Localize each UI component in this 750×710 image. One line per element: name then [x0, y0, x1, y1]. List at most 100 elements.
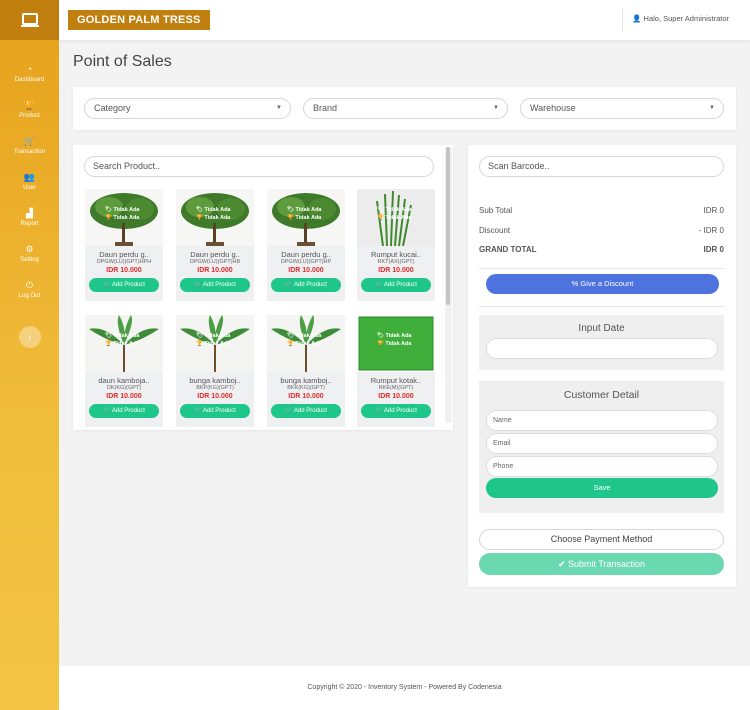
date-input[interactable]	[486, 338, 718, 359]
add-product-button[interactable]: 🛒 Add Product	[180, 278, 250, 292]
product-price: IDR 10.000	[106, 393, 142, 400]
footer: Copyright © 2020 - Inventory System - Po…	[59, 666, 750, 710]
footer-copyright: Copyright © 2020 - Inventory System - Po…	[307, 684, 502, 691]
product-code: DPGW(LU)(GPT)HP	[280, 259, 332, 265]
product-tag: 🏆 Tidak Ada	[196, 215, 231, 221]
sidebar-item-transaction[interactable]: 🛒 Transaction	[0, 128, 59, 164]
sidebar-item-dashboard[interactable]: ◔ Dashboard	[0, 56, 59, 92]
search-input[interactable]: Search Product..	[84, 156, 434, 177]
customer-name-input[interactable]: Name	[486, 410, 718, 431]
product-code: DPGW(LU)(GPT)HPH	[96, 259, 152, 265]
product-item[interactable]: 🏷 Tidak Ada 🏆 Tidak Ada Rumput kucai.. RKT(…	[357, 189, 435, 301]
product-code: DPGW(LU)(GPT)HB	[189, 259, 241, 265]
customer-email-input[interactable]: Email	[486, 433, 718, 454]
percent-icon: %	[571, 279, 579, 288]
sidebar-item-label: Log Out	[18, 293, 41, 299]
discount-value: - IDR 0	[698, 226, 724, 235]
give-discount-button[interactable]: % Give a Discount	[486, 274, 719, 294]
add-product-button[interactable]: 🛒 Add Product	[361, 278, 431, 292]
warehouse-select-value: Warehouse	[530, 103, 576, 113]
product-item[interactable]: 🏷 Tidak Ada 🏆 Tidak Ada Daun perdu g.. DPGW…	[267, 189, 345, 301]
grand-total-row: GRAND TOTAL IDR 0	[479, 245, 724, 254]
product-tag: 🏷 Tidak Ada	[196, 207, 231, 213]
topbar-divider	[622, 8, 623, 32]
product-code: RKT(AX)(GPT)	[377, 259, 415, 265]
save-customer-button[interactable]: Save	[486, 478, 718, 498]
product-tag: 🏆 Tidak Ada	[377, 341, 412, 347]
customer-detail-title: Customer Detail	[563, 389, 640, 401]
sidebar-item-product[interactable]: 🏆 Product	[0, 92, 59, 128]
product-code: DK(KG)(GPT)	[106, 385, 142, 391]
product-item[interactable]: 🏷 Tidak Ada 🏆 Tidak Ada Daun perdu g.. DPGW…	[176, 189, 254, 301]
product-tag: 🏷 Tidak Ada	[377, 333, 412, 339]
add-product-button[interactable]: 🛒 Add Product	[271, 278, 341, 292]
user-greeting: Halo, Super Administrator	[643, 14, 729, 23]
grand-total-value: IDR 0	[703, 245, 724, 254]
brand-label[interactable]: GOLDEN PALM TRESS	[68, 10, 210, 30]
product-tag: 🏷 Tidak Ada	[287, 333, 322, 339]
brand-select-value: Brand	[313, 103, 338, 113]
page-title: Point of Sales	[73, 53, 172, 70]
product-scrollbar-thumb[interactable]	[446, 147, 450, 305]
add-product-button[interactable]: 🛒 Add Product	[180, 404, 250, 418]
product-name: Daun perdu g..	[281, 250, 331, 259]
customer-phone-input[interactable]: Phone	[486, 456, 718, 477]
discount-row: Discount - IDR 0	[479, 226, 724, 235]
customer-detail-section: Customer Detail Name Email Phone Save	[479, 381, 724, 513]
product-tag: 🏆 Tidak Ada	[287, 215, 322, 221]
product-tag: 🏷 Tidak Ada	[105, 333, 140, 339]
sidebar-item-label: Transaction	[13, 149, 46, 155]
product-tag: 🏆 Tidak Ada	[105, 215, 140, 221]
product-item[interactable]: 🏷 Tidak Ada 🏆 Tidak Ada Daun perdu g.. DPGW…	[85, 189, 163, 301]
user-icon: 👤	[632, 14, 642, 23]
submit-transaction-button[interactable]: ✔ Submit Transaction	[479, 553, 724, 575]
sidebar-item-label: Product	[19, 113, 40, 119]
category-select-value: Category	[94, 103, 131, 113]
product-item[interactable]: 🏷 Tidak Ada 🏆 Tidak Ada daun kamboja.. DK(K…	[85, 315, 163, 427]
dashboard-icon: ◔	[26, 64, 33, 74]
choose-payment-button[interactable]: Choose Payment Method	[479, 529, 724, 550]
warehouse-select[interactable]: Warehouse ▼	[520, 98, 724, 119]
input-date-title: Input Date	[578, 323, 625, 334]
check-circle-icon: ✔	[557, 559, 566, 569]
barcode-input[interactable]: Scan Barcode..	[479, 156, 724, 177]
product-tag: 🏷 Tidak Ada	[377, 207, 412, 213]
product-price: IDR 10.000	[197, 267, 233, 274]
chevron-down-icon: ▼	[709, 105, 715, 111]
category-select[interactable]: Category ▼	[84, 98, 291, 119]
add-product-button[interactable]: 🛒 Add Product	[361, 404, 431, 418]
laptop-logo-icon[interactable]	[0, 0, 59, 40]
product-item[interactable]: 🏷 Tidak Ada 🏆 Tidak Ada bunga kamboj.. BKK(…	[267, 315, 345, 427]
product-tag: 🏷 Tidak Ada	[196, 333, 231, 339]
brand-select[interactable]: Brand ▼	[303, 98, 508, 119]
product-name: Daun perdu g..	[190, 250, 240, 259]
product-price: IDR 10.000	[106, 267, 142, 274]
product-price: IDR 10.000	[197, 393, 233, 400]
sidebar-item-report[interactable]: ▟ Report	[0, 200, 59, 236]
product-name: Rumput kotak..	[370, 376, 422, 385]
add-product-button[interactable]: 🛒 Add Product	[271, 404, 341, 418]
product-code: RKE(M)(GPT)	[378, 385, 414, 391]
sidebar-item-setting[interactable]: ⚙ Setting	[0, 236, 59, 272]
add-product-button[interactable]: 🛒 Add Product	[89, 278, 159, 292]
gear-icon: ⚙	[25, 244, 34, 254]
sidebar-item-label: Setting	[20, 257, 39, 263]
product-item[interactable]: 🏷 Tidak Ada 🏆 Tidak Ada bunga kamboj.. BKP(…	[176, 315, 254, 427]
divider	[479, 306, 724, 307]
name-placeholder: Name	[493, 417, 512, 424]
sidebar-item-label: Report	[20, 221, 39, 227]
subtotal-label: Sub Total	[479, 206, 513, 215]
add-product-button[interactable]: 🛒 Add Product	[89, 404, 159, 418]
product-name: bunga kamboj..	[189, 376, 241, 385]
user-menu[interactable]: 👤 Halo, Super Administrator	[632, 14, 729, 23]
phone-placeholder: Phone	[493, 463, 514, 470]
sidebar-toggle-button[interactable]: ›	[18, 326, 41, 348]
sidebar-item-label: User	[23, 185, 36, 191]
product-item[interactable]: 🏷 Tidak Ada 🏆 Tidak Ada Rumput kotak.. RKE(…	[357, 315, 435, 427]
sidebar-item-logout[interactable]: ⏻ Log Out	[0, 272, 59, 308]
sidebar-item-user[interactable]: 👥 User	[0, 164, 59, 200]
power-icon: ⏻	[25, 280, 34, 290]
product-name: Rumput kucai..	[370, 250, 422, 259]
grand-total-label: GRAND TOTAL	[479, 245, 537, 254]
barcode-placeholder: Scan Barcode..	[488, 161, 550, 171]
